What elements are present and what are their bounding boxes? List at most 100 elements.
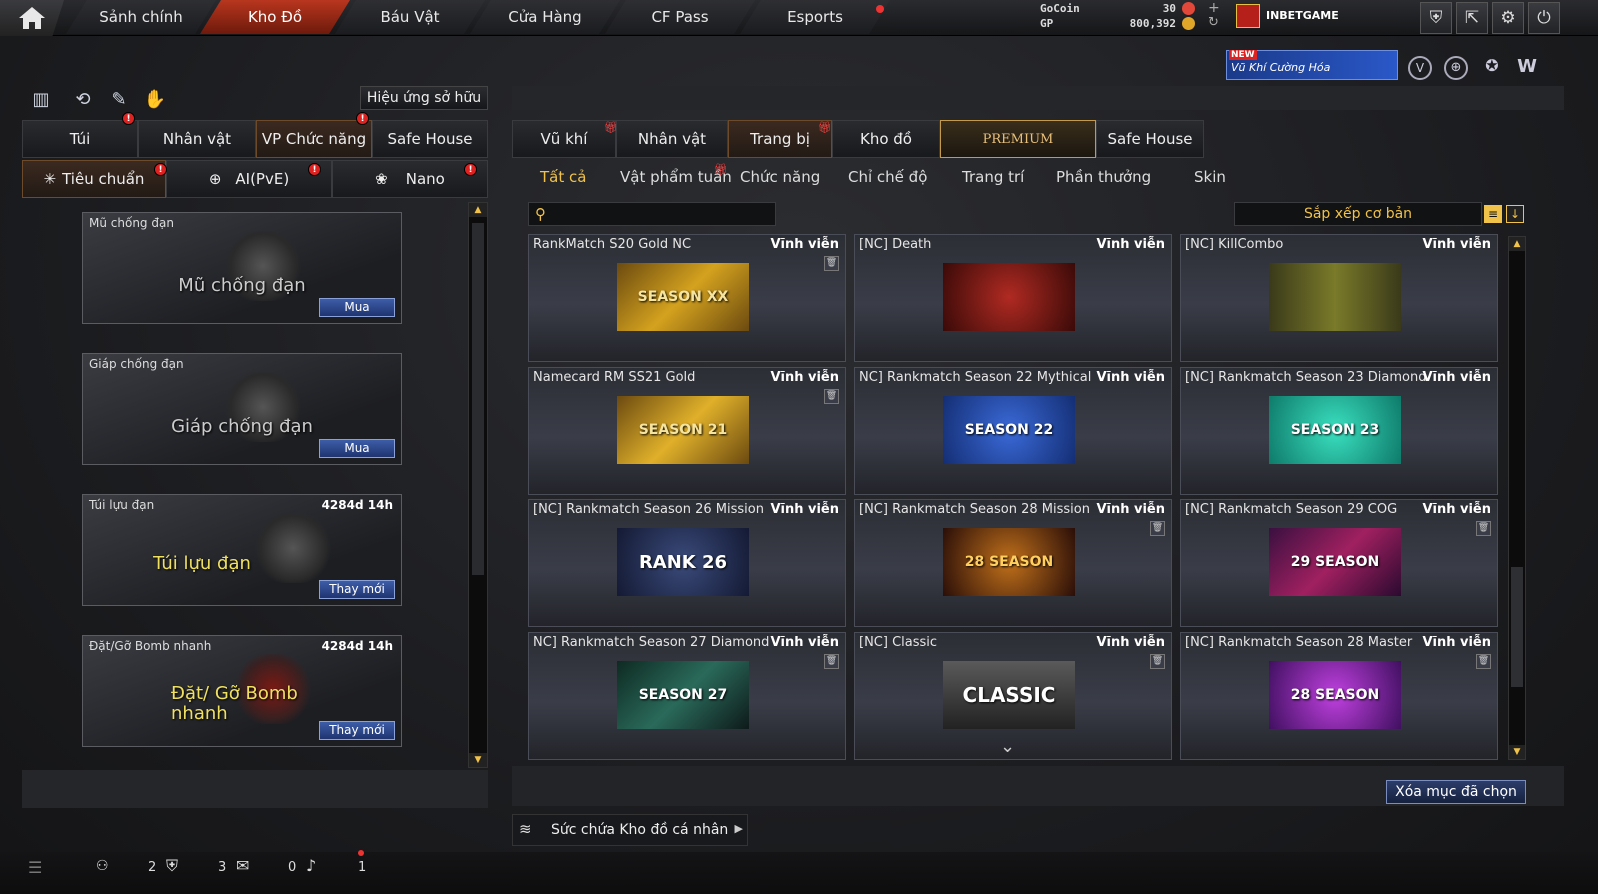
left-scrollbar[interactable]: ▲ ▼ (468, 202, 488, 768)
history-icon[interactable]: ⟲ (70, 86, 96, 112)
filter-all[interactable]: Tất cả (540, 168, 586, 186)
shield-icon[interactable]: ⛨ (1420, 2, 1452, 34)
inventory-item-card[interactable]: NC] Rankmatch Season 22 Mythical Vĩnh viễ… (854, 367, 1172, 495)
gocoin-value: 30 (1162, 2, 1176, 15)
trash-icon[interactable]: 🗑︎ (1150, 654, 1165, 669)
globe-icon[interactable]: ⊕ (1444, 56, 1468, 80)
scroll-up-icon[interactable]: ▲ (469, 203, 487, 217)
expand-right-icon[interactable]: ▶ (735, 822, 743, 835)
gear-icon[interactable]: ⚙ (1492, 2, 1524, 34)
inventory-item-card[interactable]: [NC] Death Vĩnh viễn (854, 234, 1172, 362)
chat-icon[interactable]: ✉ (236, 856, 249, 875)
menu-icon[interactable]: ☰ (28, 858, 42, 877)
scroll-thumb[interactable] (1511, 567, 1523, 687)
left-tab-functional[interactable]: VP Chức năng (256, 120, 372, 158)
hand-icon[interactable]: ✋ (142, 86, 168, 112)
sound-icon[interactable]: ♪ (306, 856, 316, 875)
item-duration: Vĩnh viễn (1422, 502, 1491, 517)
expand-chevron-icon[interactable]: ⌄ (1000, 736, 1015, 757)
inventory-item-card[interactable]: [NC] Rankmatch Season 28 Master Vĩnh viễn… (1180, 632, 1498, 760)
inventory-item-card[interactable]: [NC] Rankmatch Season 26 Mission Vĩnh viễ… (528, 499, 846, 627)
capacity-panel[interactable]: ≋ Sức chứa Kho đồ cá nhân ▶ (512, 814, 748, 846)
inventory-item-card[interactable]: Namecard RM SS21 Gold Vĩnh viễn SEASON 21 🗑… (528, 367, 846, 495)
right-tab-storage[interactable]: Kho đồ (832, 120, 940, 158)
trash-icon[interactable]: 🗑︎ (824, 256, 839, 271)
right-scrollbar[interactable]: ▲ ▼ (1508, 236, 1526, 760)
trash-icon[interactable]: 🗑︎ (824, 654, 839, 669)
nav-tab-esports[interactable]: Esports (740, 0, 890, 34)
namecard-image: SEASON 21 (617, 396, 749, 464)
right-tab-equipment[interactable]: Trang bị (728, 120, 832, 158)
search-input[interactable]: ⚲ (528, 202, 776, 226)
subtab-standard[interactable]: ✳ Tiêu chuẩn (22, 160, 166, 198)
add-coin-icon[interactable]: + (1208, 0, 1220, 16)
filter-mode[interactable]: Chỉ chế độ (848, 168, 927, 186)
item-card-bomb[interactable]: Đặt/Gỡ Bomb nhanh 4284d 14h Đặt/ Gỡ Bomb… (82, 635, 402, 747)
scroll-up-icon[interactable]: ▲ (1509, 237, 1525, 251)
trash-icon[interactable]: 🗑︎ (1476, 521, 1491, 536)
stats-icon[interactable]: ▥ (28, 86, 54, 112)
inventory-item-card[interactable]: NC] Rankmatch Season 27 Diamond Vĩnh viễn… (528, 632, 846, 760)
renew-button[interactable]: Thay mới (319, 721, 395, 740)
item-card-armor[interactable]: Giáp chống đạn Giáp chống đạn Mua (82, 353, 402, 465)
delete-selected-button[interactable]: Xóa mục đã chọn (1386, 780, 1526, 804)
inventory-item-card[interactable]: [NC] Rankmatch Season 28 Mission Vĩnh viễ… (854, 499, 1172, 627)
clan-shield-icon[interactable]: ⛨ (166, 856, 178, 876)
nav-tab-lobby[interactable]: Sảnh chính (66, 0, 216, 34)
friends-icon[interactable]: ⚇ (96, 858, 109, 874)
namecard-image: SEASON 22 (943, 396, 1075, 464)
inventory-item-card[interactable]: [NC] Rankmatch Season 23 Diamond Vĩnh viễ… (1180, 367, 1498, 495)
inventory-item-card[interactable]: [NC] Rankmatch Season 29 COG Vĩnh viễn 29 … (1180, 499, 1498, 627)
power-icon[interactable]: ⏻ (1528, 2, 1560, 34)
trash-icon[interactable]: 🗑︎ (1150, 521, 1165, 536)
item-time: 4284d 14h (321, 639, 393, 653)
left-tab-bag[interactable]: Túi (22, 120, 138, 158)
item-duration: Vĩnh viễn (1422, 237, 1491, 252)
renew-button[interactable]: Thay mới (319, 580, 395, 599)
nav-tab-shop[interactable]: Cửa Hàng (470, 0, 620, 34)
nav-tab-cf-pass[interactable]: CF Pass (605, 0, 755, 34)
subtab-ai-pve[interactable]: ⊕ AI(PvE) (166, 160, 332, 198)
trash-icon[interactable]: 🗑︎ (824, 389, 839, 404)
notification-count: 1 (358, 860, 367, 875)
filter-decor[interactable]: Trang trí (962, 168, 1024, 186)
sort-direction-icon[interactable]: ↓ (1506, 205, 1524, 223)
badge-icon[interactable]: ✪ (1480, 56, 1504, 80)
refresh-icon[interactable]: ↻ (1208, 15, 1219, 30)
buy-button[interactable]: Mua (319, 298, 395, 317)
owned-effects-button[interactable]: Hiệu ứng sở hữu (360, 86, 488, 110)
username: INBETGAME (1266, 9, 1339, 22)
item-duration: Vĩnh viễn (1422, 635, 1491, 650)
nav-tab-inventory[interactable]: Kho Đồ (200, 0, 350, 34)
inventory-item-card[interactable]: [NC] KillCombo Vĩnh viễn (1180, 234, 1498, 362)
sparkle-icon: ✳ (43, 170, 57, 188)
w-logo-icon[interactable]: W (1514, 56, 1540, 80)
filter-rewards[interactable]: Phần thưởng (1056, 168, 1151, 186)
right-tab-safe-house[interactable]: Safe House (1096, 120, 1204, 158)
character-icon[interactable]: ✎ (106, 86, 132, 112)
item-card-grenade-bag[interactable]: Túi lựu đạn 4284d 14h Túi lựu đạn Thay m… (82, 494, 402, 606)
scroll-down-icon[interactable]: ▼ (1509, 745, 1525, 759)
scroll-thumb[interactable] (472, 223, 484, 575)
left-tab-safe-house[interactable]: Safe House (372, 120, 488, 158)
left-tab-character[interactable]: Nhân vật (138, 120, 256, 158)
new-badge: NEW (1229, 50, 1257, 60)
right-tab-characters[interactable]: Nhân vật (616, 120, 728, 158)
sort-dropdown[interactable]: Sắp xếp cơ bản (1234, 202, 1482, 226)
item-card-helmet[interactable]: Mũ chống đạn Mũ chống đạn Mua (82, 212, 402, 324)
right-tab-premium[interactable]: PREMIUM (940, 120, 1096, 158)
buy-button[interactable]: Mua (319, 439, 395, 458)
weapon-upgrade-banner[interactable]: NEW Vũ Khí Cường Hóa (1226, 50, 1398, 80)
inventory-item-card[interactable]: RankMatch S20 Gold NC Vĩnh viễn SEASON XX 🗑… (528, 234, 846, 362)
scroll-down-icon[interactable]: ▼ (469, 753, 487, 767)
namecard-image: 29 SEASON (1269, 528, 1401, 596)
item-name: [NC] Rankmatch Season 26 Mission (533, 502, 764, 517)
exit-icon[interactable]: ⇱ (1456, 2, 1488, 34)
filter-skin[interactable]: Skin (1194, 168, 1226, 186)
nav-tab-treasure[interactable]: Báu Vật (335, 0, 485, 34)
trash-icon[interactable]: 🗑︎ (1476, 654, 1491, 669)
v-shield-icon[interactable]: V (1408, 56, 1432, 80)
list-view-icon[interactable]: ≡ (1484, 205, 1502, 223)
right-tab-weapons[interactable]: Vũ khí (512, 120, 616, 158)
filter-function[interactable]: Chức năng (740, 168, 820, 186)
